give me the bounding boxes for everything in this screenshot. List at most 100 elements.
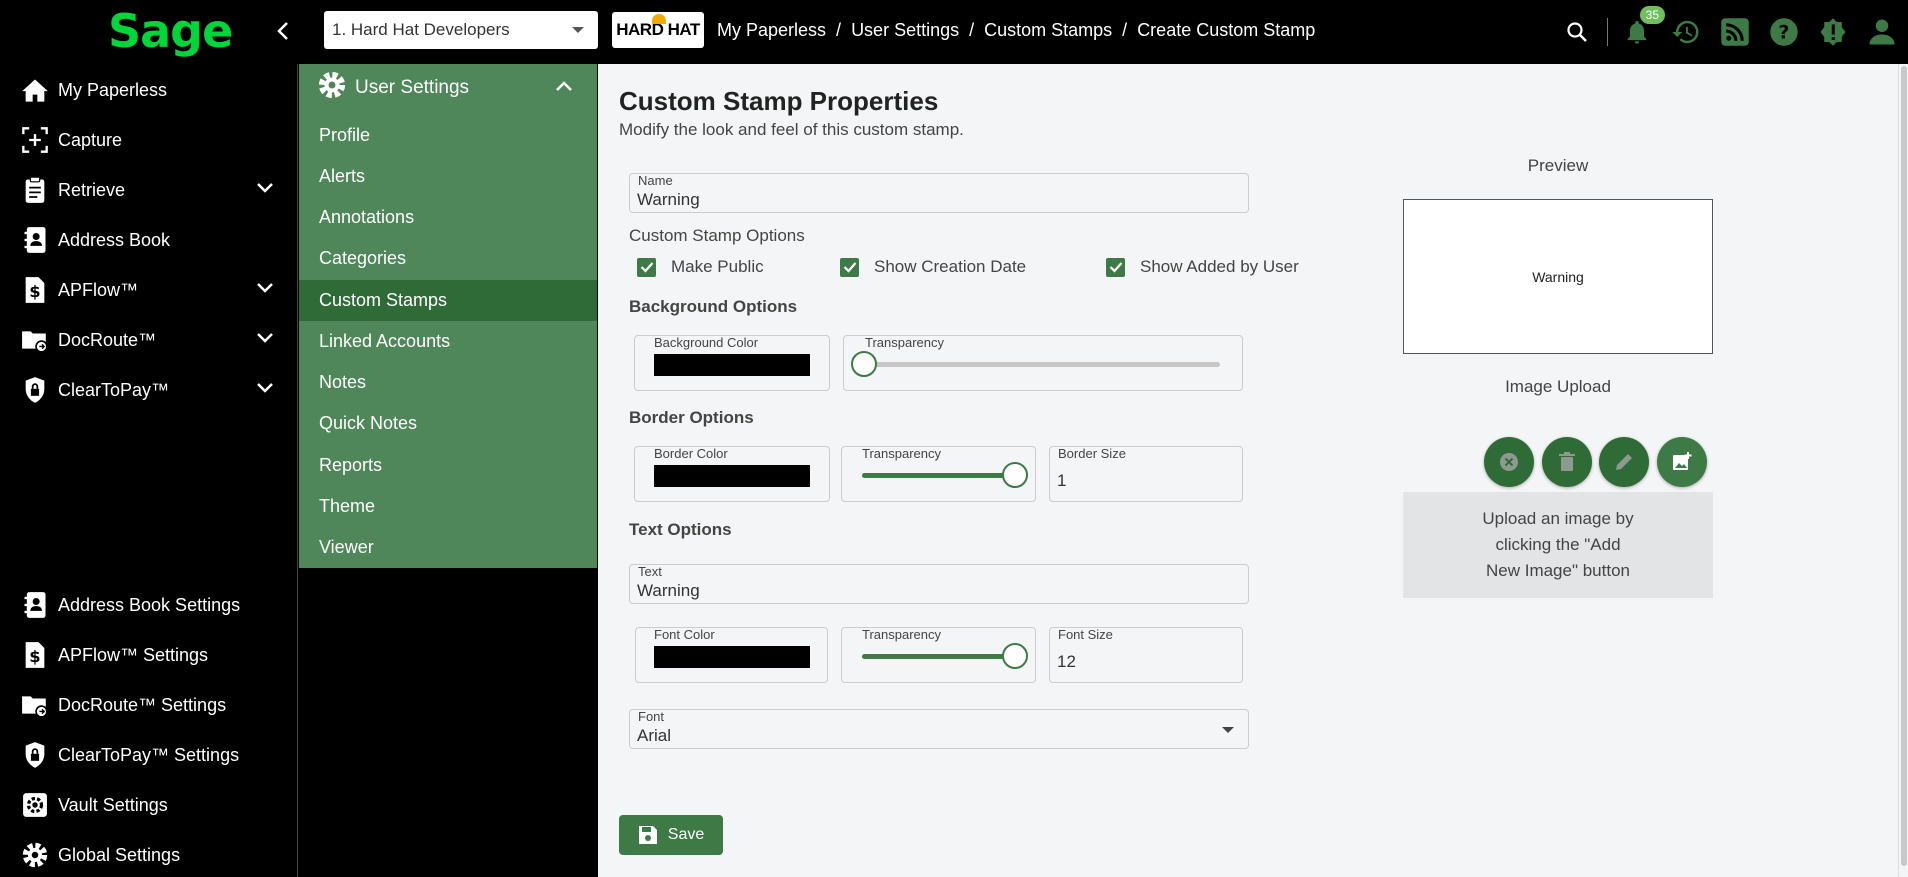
toolbar-divider	[1607, 18, 1608, 46]
nav-item-vault-settings[interactable]: Vault Settings	[0, 785, 298, 825]
submenu-item-notes[interactable]: Notes	[299, 362, 597, 403]
border-transparency-thumb[interactable]	[1002, 462, 1028, 488]
rss-icon	[1721, 18, 1749, 46]
nav-item-label: My Paperless	[58, 79, 168, 100]
home-icon	[22, 79, 48, 102]
font-color-field[interactable]: Font Color	[635, 627, 828, 683]
background-color-swatch[interactable]	[654, 354, 810, 376]
nav-item-my-paperless[interactable]: My Paperless	[0, 70, 298, 110]
hardhat-icon	[652, 14, 666, 24]
name-field-value: Warning	[637, 190, 700, 209]
history-button[interactable]	[1666, 12, 1706, 52]
add-new-image-button[interactable]	[1657, 437, 1707, 487]
main-scrollbar[interactable]	[1898, 64, 1908, 877]
text-field-label: Text	[638, 564, 662, 579]
font-size-field[interactable]: Font Size 12	[1049, 627, 1243, 683]
submenu-item-profile[interactable]: Profile	[299, 115, 597, 156]
show-creation-date-label: Show Creation Date	[874, 257, 1027, 276]
company-select[interactable]: 1. Hard Hat Developers	[324, 11, 598, 49]
make-public-label: Make Public	[671, 257, 764, 276]
font-color-swatch[interactable]	[654, 646, 810, 668]
show-added-by-user-checkbox[interactable]: Show Added by User	[1106, 257, 1299, 277]
submenu-item-categories[interactable]: Categories	[299, 238, 597, 279]
chevron-up-icon	[556, 81, 572, 91]
shield-lock-icon	[25, 742, 45, 768]
nav-item-cleartopay[interactable]: ClearToPay™	[0, 370, 298, 410]
custom-stamp-options-title: Custom Stamp Options	[629, 226, 805, 245]
border-color-field[interactable]: Border Color	[634, 446, 830, 502]
folder-route-icon	[22, 696, 48, 718]
nav-item-docroute[interactable]: DocRoute™	[0, 320, 298, 360]
border-color-swatch[interactable]	[654, 465, 810, 487]
submenu-item-theme[interactable]: Theme	[299, 486, 597, 527]
image-upload-label: Image Upload	[1505, 377, 1611, 396]
gear-icon	[22, 842, 48, 868]
font-transparency-thumb[interactable]	[1002, 643, 1028, 669]
edit-image-button[interactable]	[1599, 437, 1649, 487]
nav-item-label: Capture	[58, 129, 123, 150]
svg-text:$: $	[29, 647, 40, 666]
background-transparency-thumb[interactable]	[851, 351, 877, 377]
nav-item-docroute-settings[interactable]: DocRoute™ Settings	[0, 685, 298, 725]
nav-item-address-book[interactable]: Address Book	[0, 220, 298, 260]
border-transparency-track[interactable]	[862, 473, 1017, 478]
delete-image-button[interactable]	[1542, 437, 1592, 487]
checkbox-checked-icon	[1106, 257, 1125, 277]
submenu-item-alerts[interactable]: Alerts	[299, 156, 597, 197]
nav-item-cleartopay-settings[interactable]: ClearToPay™ Settings	[0, 735, 298, 775]
clear-image-button[interactable]	[1484, 437, 1534, 487]
breadcrumb-item-my-paperless[interactable]: My Paperless	[717, 20, 826, 41]
background-transparency-label: Transparency	[865, 335, 944, 350]
submenu-item-linked-accounts[interactable]: Linked Accounts	[299, 321, 597, 362]
breadcrumb: My Paperless / User Settings / Custom St…	[717, 20, 1315, 41]
submenu-item-reports[interactable]: Reports	[299, 445, 597, 486]
nav-item-label: APFlow™ Settings	[58, 644, 209, 665]
rss-button[interactable]	[1715, 12, 1755, 52]
nav-item-address-book-settings[interactable]: Address Book Settings	[0, 585, 298, 625]
search-button[interactable]	[1557, 12, 1597, 52]
user-icon	[1869, 19, 1895, 45]
submenu-item-quick-notes[interactable]: Quick Notes	[299, 403, 597, 444]
collapse-nav-button[interactable]	[268, 14, 298, 48]
breadcrumb-item-custom-stamps[interactable]: Custom Stamps	[984, 20, 1112, 41]
font-select[interactable]: Font Arial	[629, 709, 1249, 749]
scrollbar-thumb[interactable]	[1901, 66, 1907, 866]
make-public-checkbox[interactable]: Make Public	[637, 257, 764, 277]
submenu-item-viewer[interactable]: Viewer	[299, 527, 597, 568]
nav-item-label: Retrieve	[58, 179, 126, 200]
user-menu-button[interactable]	[1862, 12, 1902, 52]
nav-item-label: ClearToPay™ Settings	[58, 744, 240, 765]
nav-item-capture[interactable]: Capture	[0, 120, 298, 160]
font-transparency-track[interactable]	[862, 654, 1017, 659]
text-field[interactable]: Text Warning	[629, 564, 1249, 604]
submenu-item-annotations[interactable]: Annotations	[299, 197, 597, 238]
save-button[interactable]: Save	[619, 815, 723, 855]
submenu-empty-area	[299, 568, 597, 877]
history-icon	[1672, 20, 1699, 44]
breadcrumb-item-user-settings[interactable]: User Settings	[851, 20, 959, 41]
help-button[interactable]: ?	[1764, 12, 1804, 52]
name-field[interactable]: Name Warning	[629, 173, 1249, 213]
chevron-down-icon	[257, 383, 273, 393]
nav-item-apflow-settings[interactable]: $ APFlow™ Settings	[0, 635, 298, 675]
top-bar: Sage 1. Hard Hat Developers HARD HAT My …	[0, 0, 1908, 64]
background-transparency-track[interactable]	[865, 362, 1220, 367]
alerts-button[interactable]	[1813, 12, 1853, 52]
sage-logo: Sage	[108, 4, 233, 58]
nav-item-label: APFlow™	[58, 279, 139, 300]
chevron-down-icon	[257, 333, 273, 343]
background-color-field[interactable]: Background Color	[634, 335, 830, 391]
submenu-header[interactable]: User Settings	[299, 64, 597, 112]
border-size-field[interactable]: Border Size 1	[1049, 446, 1243, 502]
nav-item-global-settings[interactable]: Global Settings	[0, 835, 298, 875]
notifications-button[interactable]: 35	[1617, 6, 1665, 52]
nav-item-apflow[interactable]: $ APFlow™	[0, 270, 298, 310]
submenu-item-custom-stamps[interactable]: Custom Stamps	[299, 280, 597, 321]
show-creation-date-checkbox[interactable]: Show Creation Date	[840, 257, 1026, 277]
chevron-left-icon	[277, 22, 288, 40]
image-upload-hint: Upload an image by clicking the "Add New…	[1482, 509, 1634, 580]
page-subtitle: Modify the look and feel of this custom …	[619, 120, 964, 139]
preview-label: Preview	[1527, 156, 1589, 175]
nav-item-retrieve[interactable]: Retrieve	[0, 170, 298, 210]
company-select-value: 1. Hard Hat Developers	[332, 20, 510, 39]
